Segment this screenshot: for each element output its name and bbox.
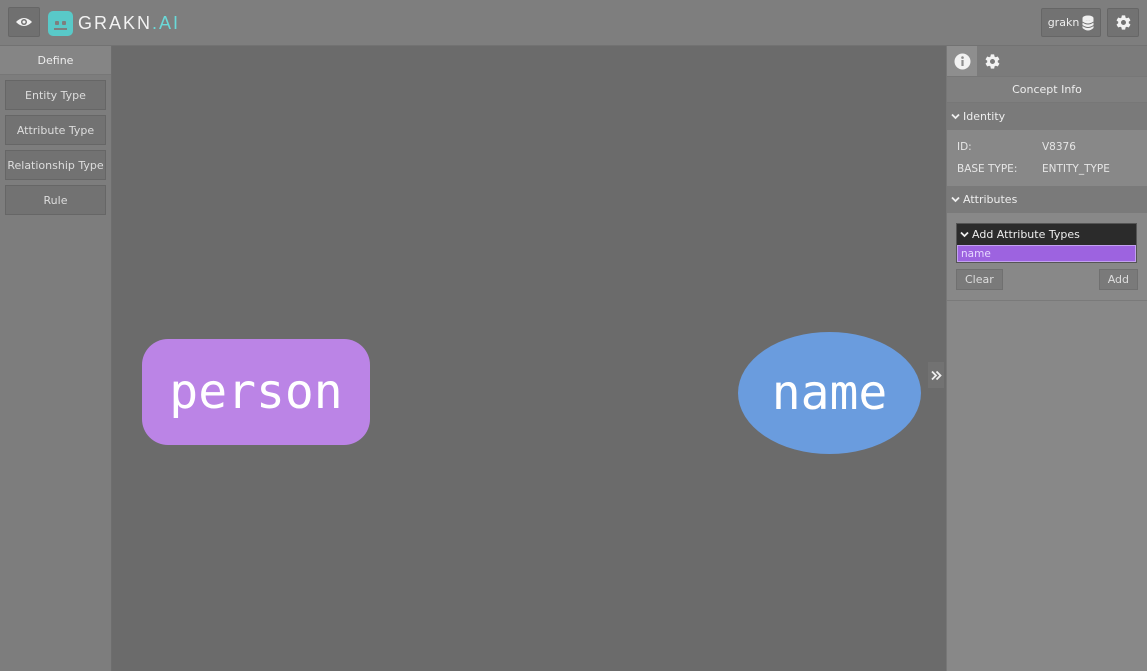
attribute-actions: Clear Add xyxy=(956,269,1138,290)
clear-button[interactable]: Clear xyxy=(956,269,1003,290)
attributes-section: Add Attribute Types name Clear Add xyxy=(947,213,1147,301)
double-chevron-right-icon xyxy=(930,370,942,380)
panel-title: Concept Info xyxy=(947,76,1147,103)
identity-section-label: Identity xyxy=(963,110,1006,123)
eye-icon xyxy=(16,18,32,26)
node-label: name xyxy=(771,365,888,421)
grakn-logo: GRAKN.AI xyxy=(48,10,180,36)
settings-button[interactable] xyxy=(1107,8,1139,37)
define-attribute-type-button[interactable]: Attribute Type xyxy=(5,115,106,145)
graph-node-name[interactable]: name xyxy=(738,332,921,454)
attribute-option-name[interactable]: name xyxy=(957,245,1136,262)
tab-concept-info[interactable] xyxy=(947,46,977,76)
visualiser-toggle-button[interactable] xyxy=(8,7,40,37)
dropdown-label: Add Attribute Types xyxy=(972,228,1080,241)
panel-tabs xyxy=(947,46,1147,76)
id-row: ID: V8376 xyxy=(957,136,1137,158)
graph-canvas[interactable]: person name xyxy=(112,46,946,671)
keyspace-label: grakn xyxy=(1047,16,1080,29)
identity-section-toggle[interactable]: Identity xyxy=(947,103,1147,130)
define-relationship-type-button[interactable]: Relationship Type xyxy=(5,150,106,180)
attributes-section-toggle[interactable]: Attributes xyxy=(947,186,1147,213)
base-type-label: BASE TYPE: xyxy=(957,163,1018,175)
concept-info-panel: Concept Info Identity ID: V8376 BASE TYP… xyxy=(946,46,1147,671)
id-label: ID: xyxy=(957,141,972,153)
attributes-section-label: Attributes xyxy=(963,193,1018,206)
database-icon xyxy=(1082,15,1095,30)
collapse-panel-button[interactable] xyxy=(928,362,944,388)
chevron-down-icon xyxy=(951,113,960,120)
chevron-down-icon xyxy=(951,196,960,203)
add-attribute-types-toggle[interactable]: Add Attribute Types xyxy=(957,224,1136,245)
base-type-value: ENTITY_TYPE xyxy=(1042,163,1110,175)
base-type-row: BASE TYPE: ENTITY_TYPE xyxy=(957,158,1137,180)
define-rule-button[interactable]: Rule xyxy=(5,185,106,215)
chevron-down-icon xyxy=(960,231,969,238)
grakn-logo-icon xyxy=(48,10,73,36)
add-attribute-types-dropdown: Add Attribute Types name xyxy=(956,223,1137,263)
define-panel-title: Define xyxy=(0,46,111,75)
node-label: person xyxy=(169,364,343,420)
id-value: V8376 xyxy=(1042,141,1076,153)
define-entity-type-button[interactable]: Entity Type xyxy=(5,80,106,110)
gear-icon xyxy=(1116,15,1130,30)
add-button[interactable]: Add xyxy=(1098,269,1138,290)
define-panel: Define Entity Type Attribute Type Relati… xyxy=(0,46,112,671)
graph-node-person[interactable]: person xyxy=(142,339,370,445)
identity-section: ID: V8376 BASE TYPE: ENTITY_TYPE xyxy=(947,130,1147,186)
top-bar: GRAKN.AI grakn xyxy=(0,0,1147,46)
info-icon xyxy=(954,53,970,69)
tab-settings[interactable] xyxy=(977,46,1007,76)
keyspace-selector-button[interactable]: grakn xyxy=(1041,8,1101,37)
logo-text: GRAKN.AI xyxy=(78,12,181,33)
gear-icon xyxy=(985,53,999,69)
